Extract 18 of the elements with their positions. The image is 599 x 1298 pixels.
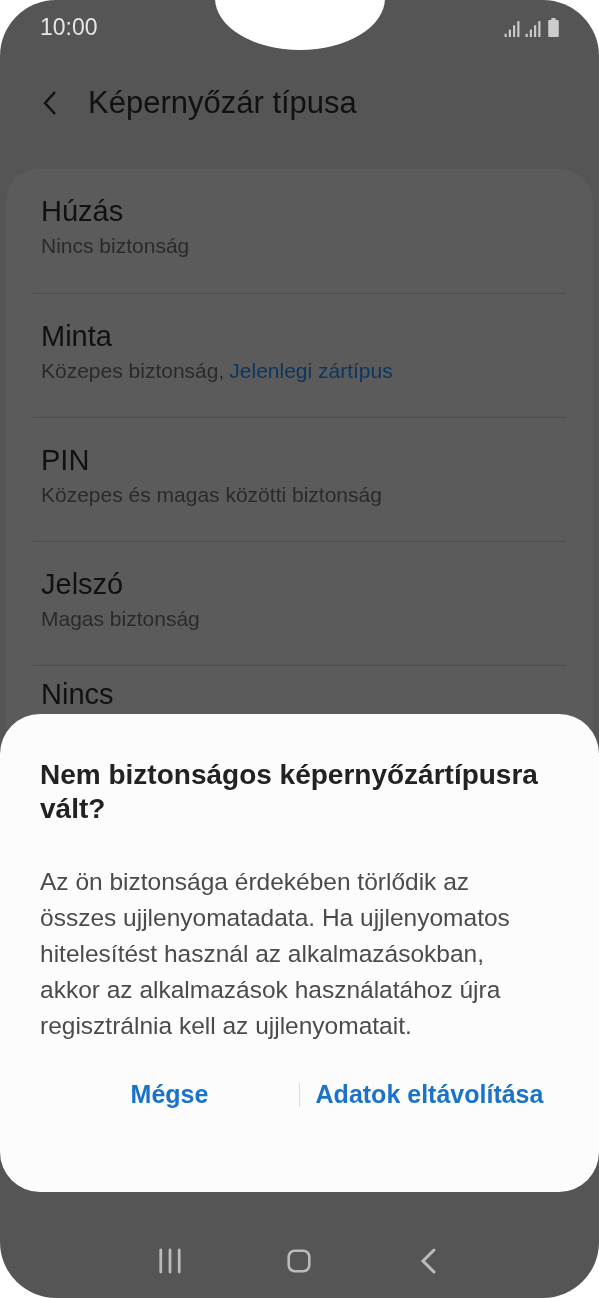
dialog-button[interactable]: Mégse bbox=[40, 1072, 299, 1117]
recent-apps-icon[interactable] bbox=[157, 1248, 182, 1274]
battery-icon bbox=[548, 18, 559, 37]
page-title: Képernyőzár típusa bbox=[88, 85, 357, 121]
dialog-message: Az ön biztonsága érdekében törlődik az összes ujjlenyomatadata. Ha ujjlenyomatos hitelesítést használ az alkalmazásokban, akkor az alkalmazások használatához újra regisztrálnia kell az ujjlenyomatait. bbox=[40, 867, 511, 1041]
dialog-button[interactable]: Adatok eltávolítása bbox=[300, 1072, 559, 1117]
signal-icon bbox=[525, 20, 541, 37]
back-icon[interactable] bbox=[42, 90, 58, 116]
option-title[interactable]: Nincs bbox=[41, 678, 114, 711]
current-type-label: Jelenlegi zártípus bbox=[229, 359, 393, 382]
home-icon[interactable] bbox=[287, 1248, 312, 1274]
option-title[interactable]: Minta bbox=[41, 320, 112, 353]
signal-icon bbox=[504, 20, 520, 37]
option-title[interactable]: Jelszó bbox=[41, 568, 124, 601]
option-title[interactable]: Húzás bbox=[41, 195, 124, 228]
option-title[interactable]: PIN bbox=[41, 444, 90, 477]
status-time: 10:00 bbox=[40, 14, 98, 41]
dialog-title: Nem biztonságos képernyőzártípusra vált? bbox=[40, 758, 539, 826]
